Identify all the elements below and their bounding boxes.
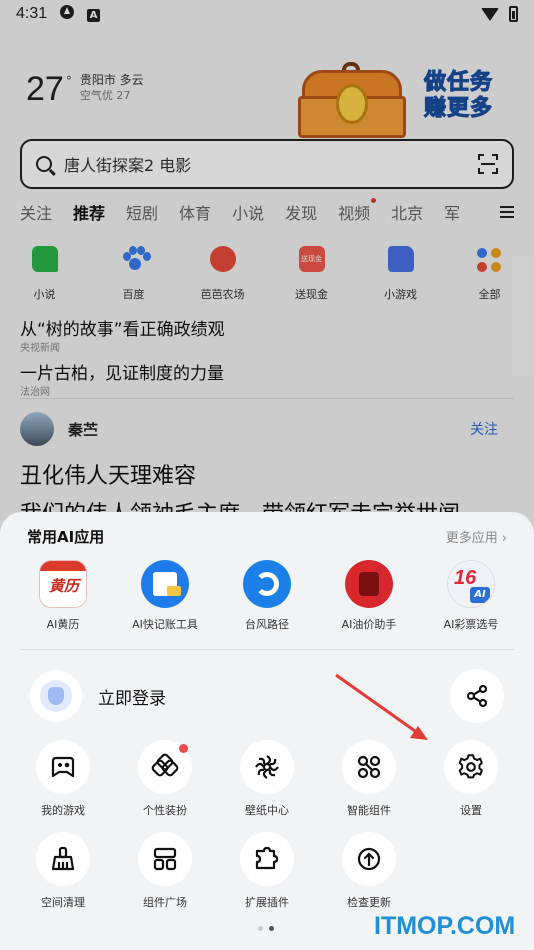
page-dot-active <box>269 926 274 931</box>
login-button[interactable]: 立即登录 <box>98 684 166 709</box>
new-badge-dot <box>179 744 188 753</box>
ai-apps-header: 常用AI应用 更多应用 › <box>27 526 507 547</box>
tools-grid: 我的游戏 个性装扮 壁纸中心 智能组件 设置 空间清理 组件广场 扩展插件 检查… <box>12 740 522 924</box>
settings-gear-icon <box>444 740 498 794</box>
tool-label: 扩展插件 <box>245 896 289 909</box>
ai-app-bookkeeping[interactable]: AI快记账工具 <box>114 560 216 632</box>
tool-label: 智能组件 <box>347 804 391 817</box>
tool-my-games[interactable]: 我的游戏 <box>12 740 114 818</box>
tool-wallpaper[interactable]: 壁纸中心 <box>216 740 318 818</box>
menu-bottom-sheet: 常用AI应用 更多应用 › 黄历 AI黄历 AI快记账工具 台风路径 AI油价助手… <box>0 512 534 950</box>
huangli-icon: 黄历 <box>39 560 87 608</box>
tool-label: 设置 <box>460 804 482 817</box>
ai-app-lottery[interactable]: 16 AI AI彩票选号 <box>420 560 522 632</box>
ai-app-label: AI黄历 <box>46 618 80 631</box>
chevron-right-icon: › <box>501 531 507 546</box>
ai-app-label: AI油价助手 <box>341 618 397 631</box>
oil-price-icon <box>345 560 393 608</box>
divider <box>20 649 514 650</box>
ai-app-label: AI快记账工具 <box>132 618 198 631</box>
typhoon-icon <box>243 560 291 608</box>
update-arrow-icon <box>342 832 396 886</box>
widget-icon <box>342 740 396 794</box>
ai-app-label: AI彩票选号 <box>443 618 499 631</box>
tool-label: 壁纸中心 <box>245 804 289 817</box>
tool-cleanup[interactable]: 空间清理 <box>12 832 114 910</box>
page-dot <box>258 926 263 931</box>
ai-app-oil-price[interactable]: AI油价助手 <box>318 560 420 632</box>
tool-settings[interactable]: 设置 <box>420 740 522 818</box>
tool-label: 组件广场 <box>143 896 187 909</box>
tool-widget-plaza[interactable]: 组件广场 <box>114 832 216 910</box>
tool-check-update[interactable]: 检查更新 <box>318 832 420 910</box>
tool-label: 个性装扮 <box>143 804 187 817</box>
theme-icon <box>138 740 192 794</box>
ai-app-label: 台风路径 <box>245 618 289 631</box>
sheet-title: 常用AI应用 <box>27 528 105 546</box>
tool-extensions[interactable]: 扩展插件 <box>216 832 318 910</box>
watermark: ITMOP.COM <box>374 912 516 940</box>
tool-widgets[interactable]: 智能组件 <box>318 740 420 818</box>
ai-app-huangli[interactable]: 黄历 AI黄历 <box>12 560 114 632</box>
page-indicator <box>258 926 274 931</box>
user-avatar-icon[interactable] <box>30 670 82 722</box>
ai-apps-row: 黄历 AI黄历 AI快记账工具 台风路径 AI油价助手 16 AI AI彩票选号 <box>0 560 534 632</box>
tool-label: 空间清理 <box>41 896 85 909</box>
tool-label: 我的游戏 <box>41 804 85 817</box>
tool-theme[interactable]: 个性装扮 <box>114 740 216 818</box>
broom-icon <box>36 832 90 886</box>
wallpaper-icon <box>240 740 294 794</box>
ai-app-typhoon[interactable]: 台风路径 <box>216 560 318 632</box>
share-icon <box>466 684 488 708</box>
grid-layout-icon <box>138 832 192 886</box>
tool-label: 检查更新 <box>347 896 391 909</box>
login-row: 立即登录 <box>30 669 504 723</box>
puzzle-icon <box>240 832 294 886</box>
gamepad-icon <box>36 740 90 794</box>
more-apps-link[interactable]: 更多应用 › <box>446 527 507 546</box>
share-button[interactable] <box>450 669 504 723</box>
more-apps-label: 更多应用 <box>445 531 498 546</box>
lottery-icon: 16 AI <box>447 560 495 608</box>
bookkeeping-icon <box>141 560 189 608</box>
